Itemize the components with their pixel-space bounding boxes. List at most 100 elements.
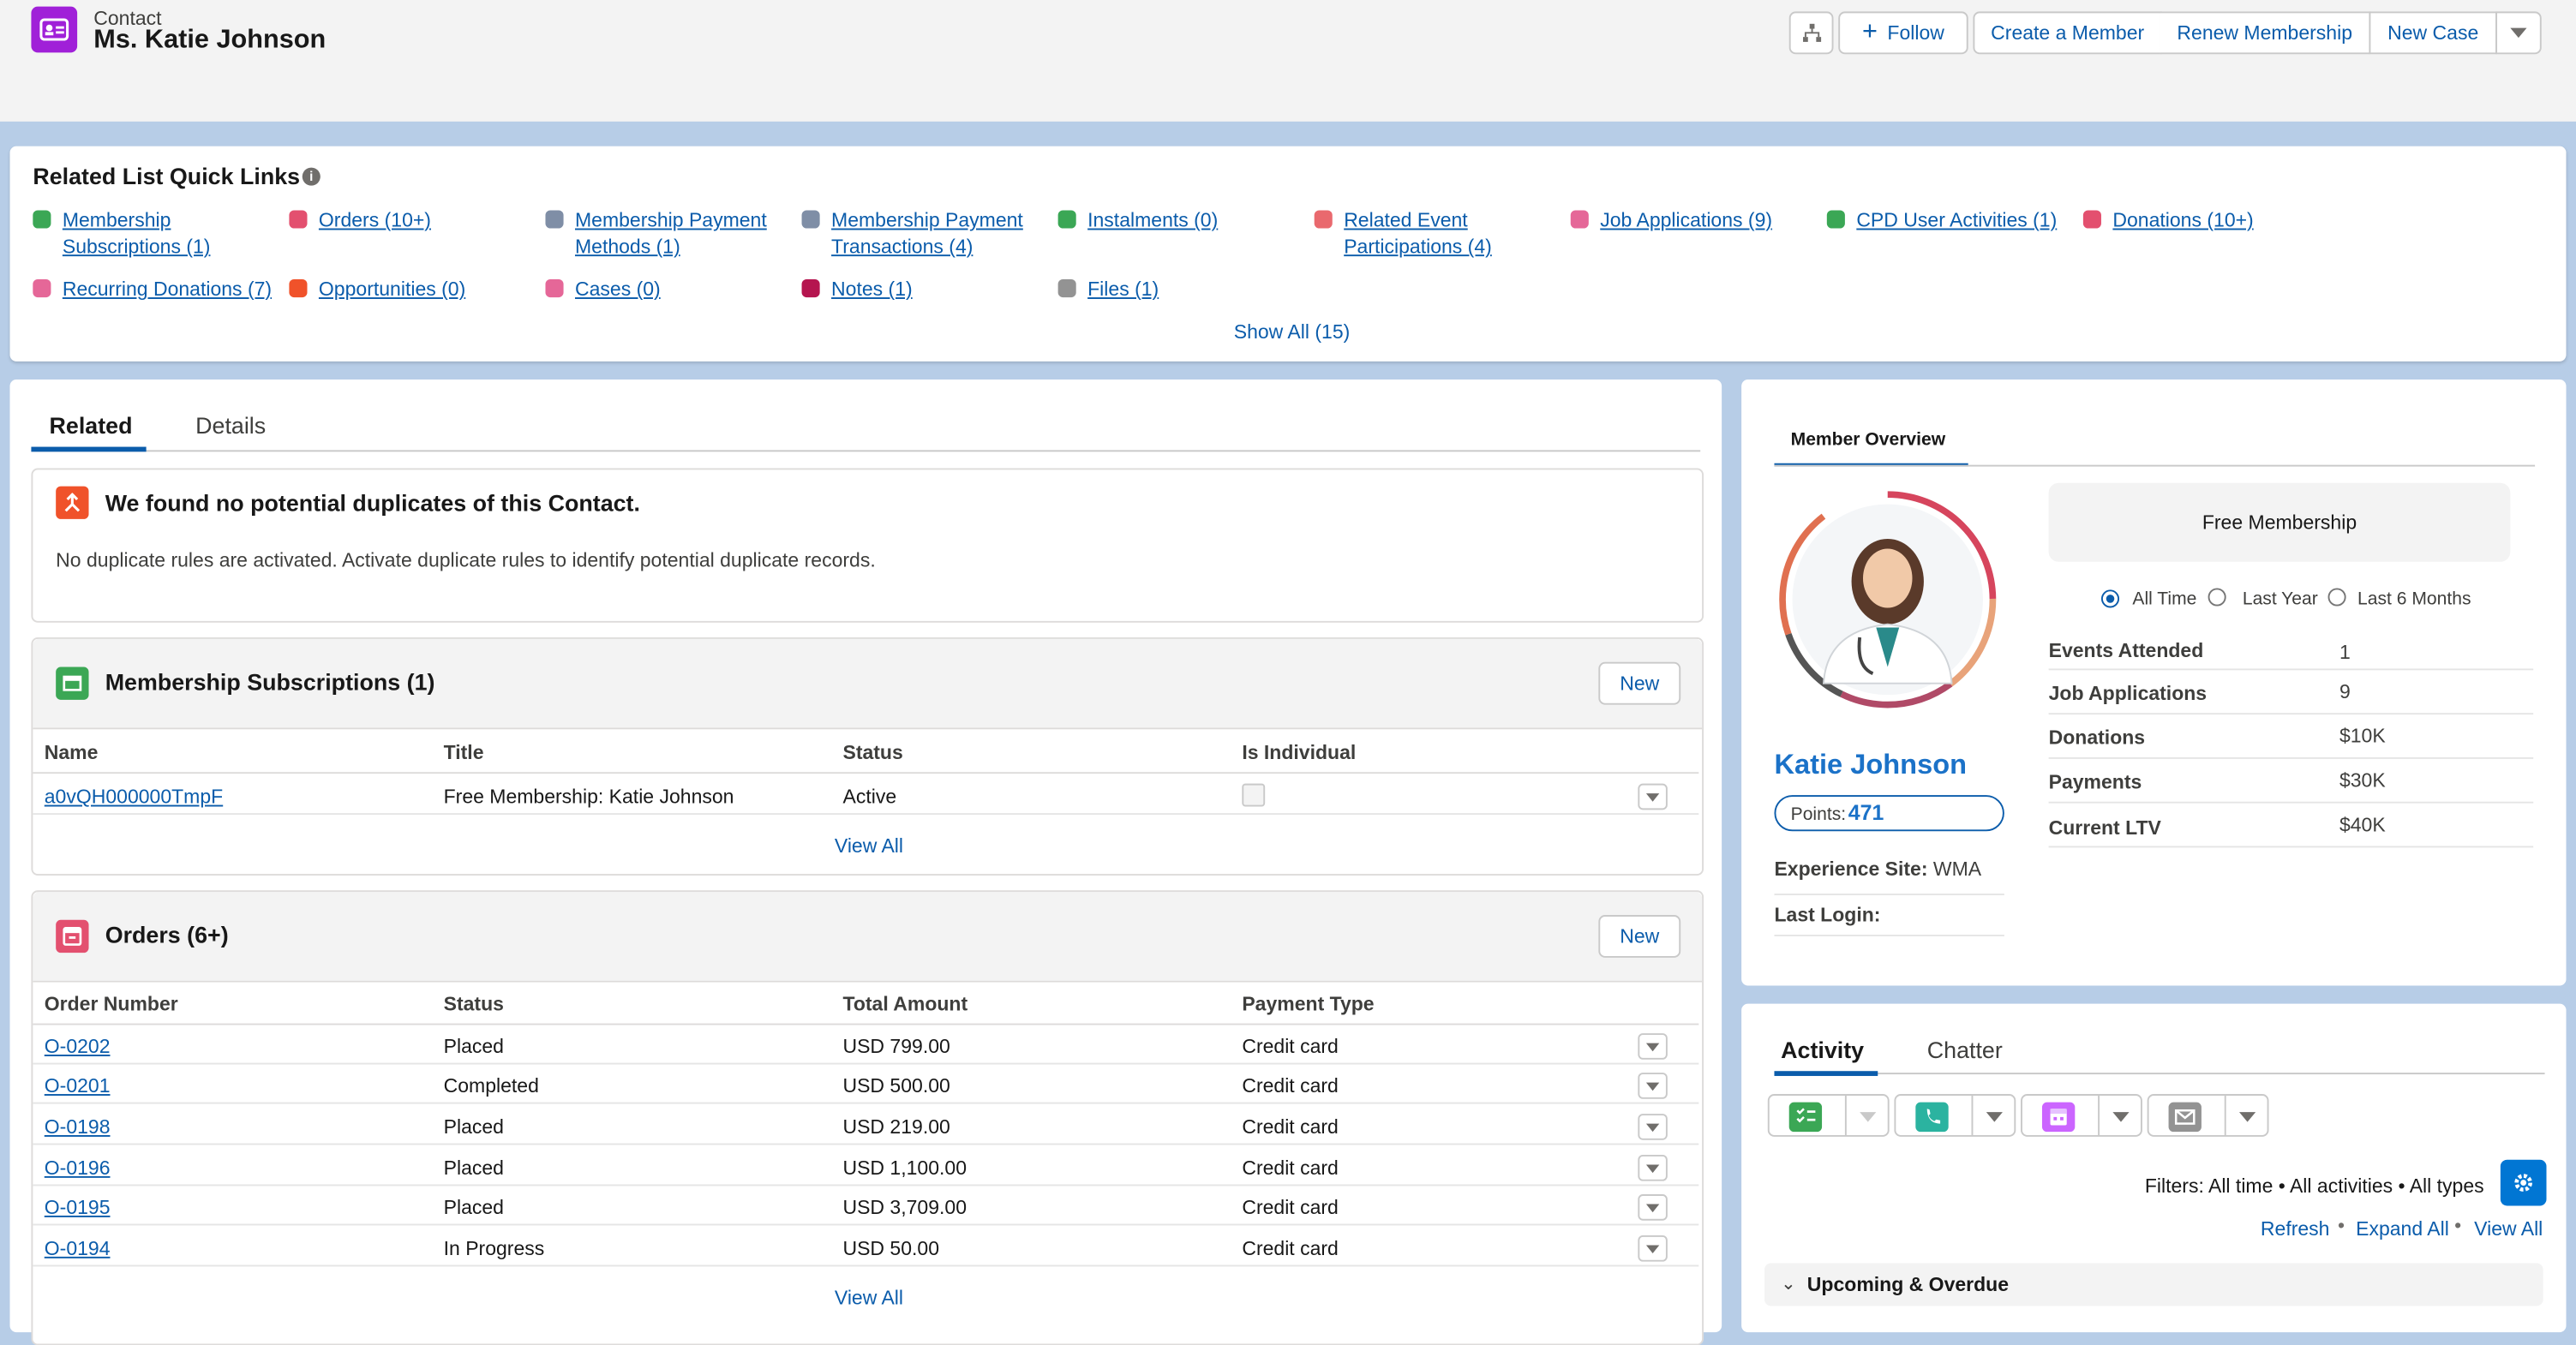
- row-actions-button[interactable]: [1638, 1155, 1668, 1181]
- split-divider: [2098, 1095, 2100, 1135]
- expand-all-link[interactable]: Expand All: [2356, 1217, 2449, 1240]
- activity-panel: Activity Chatter Filters: All time • All…: [1741, 1003, 2567, 1333]
- column-header[interactable]: Name: [45, 741, 99, 764]
- column-header[interactable]: Total Amount: [842, 992, 967, 1015]
- info-icon[interactable]: i: [302, 167, 321, 186]
- order-number-link[interactable]: O-0195: [45, 1196, 111, 1219]
- new-event-button[interactable]: [2021, 1094, 2142, 1137]
- range-last-year-radio[interactable]: [2208, 588, 2226, 607]
- quick-link[interactable]: Notes (1): [801, 276, 913, 302]
- range-all-time-radio[interactable]: [2100, 589, 2120, 608]
- tab-member-overview[interactable]: Member Overview: [1791, 430, 1946, 450]
- new-case-button[interactable]: New Case: [2369, 11, 2497, 55]
- quick-link[interactable]: Instalments (0): [1057, 207, 1218, 234]
- quick-link[interactable]: Membership Payment Methods (1): [545, 207, 767, 260]
- order-status: Placed: [443, 1115, 504, 1139]
- tab-activity[interactable]: Activity: [1781, 1037, 1864, 1063]
- split-divider: [1971, 1095, 1974, 1135]
- range-last-6-months-radio[interactable]: [2327, 588, 2346, 607]
- tab-chatter[interactable]: Chatter: [1927, 1037, 2003, 1063]
- stat-label: Events Attended: [2048, 638, 2204, 662]
- chevron-down-icon[interactable]: [2239, 1112, 2256, 1122]
- row-actions-button[interactable]: [1638, 1114, 1668, 1140]
- follow-button[interactable]: + Follow: [1838, 11, 1968, 55]
- subscription-title: Free Membership: Katie Johnson: [443, 785, 734, 809]
- view-all-link[interactable]: View All: [835, 1286, 903, 1309]
- section-title: Upcoming & Overdue: [1806, 1273, 2010, 1296]
- row-actions-button[interactable]: [1638, 1234, 1668, 1262]
- chevron-down-icon[interactable]: [1860, 1112, 1877, 1122]
- calendar-icon: [2041, 1102, 2076, 1133]
- column-header[interactable]: Title: [444, 741, 484, 764]
- row-actions-button[interactable]: [1638, 1033, 1668, 1060]
- wrench-icon: [801, 210, 820, 229]
- log-call-button[interactable]: [1894, 1094, 2016, 1137]
- quick-link[interactable]: Donations (10+): [2082, 207, 2254, 234]
- new-task-button[interactable]: [1767, 1094, 1890, 1137]
- quick-link[interactable]: Membership Subscriptions (1): [33, 207, 210, 260]
- order-amount: USD 799.00: [842, 1035, 950, 1058]
- order-number-link[interactable]: O-0202: [45, 1035, 111, 1058]
- hierarchy-icon: [1802, 23, 1821, 42]
- quick-link[interactable]: Files (1): [1057, 276, 1159, 302]
- quick-link[interactable]: Orders (10+): [289, 207, 431, 234]
- create-member-button[interactable]: Create a Member: [1973, 11, 2162, 55]
- column-header[interactable]: Payment Type: [1242, 992, 1374, 1015]
- is-individual-checkbox: [1242, 783, 1266, 807]
- order-number-link[interactable]: O-0196: [45, 1157, 111, 1180]
- order-status: In Progress: [443, 1236, 545, 1260]
- row-divider: [33, 1264, 1699, 1267]
- tab-divider: [1774, 1073, 2545, 1075]
- stat-divider: [2048, 713, 2534, 715]
- hierarchy-button[interactable]: [1788, 11, 1834, 55]
- view-all-link[interactable]: View All: [2474, 1217, 2543, 1240]
- new-order-button[interactable]: New: [1598, 915, 1681, 958]
- filter-settings-button[interactable]: [2500, 1159, 2547, 1206]
- row-divider: [33, 1143, 1699, 1145]
- column-header[interactable]: Is Individual: [1242, 741, 1356, 764]
- order-number-link[interactable]: O-0198: [45, 1115, 111, 1139]
- tab-related[interactable]: Related: [50, 412, 133, 439]
- quick-link[interactable]: Related Event Participations (4): [1314, 207, 1492, 260]
- quick-link[interactable]: Opportunities (0): [289, 276, 465, 302]
- quick-link[interactable]: Recurring Donations (7): [33, 276, 272, 302]
- order-status: Completed: [443, 1074, 539, 1097]
- row-divider: [33, 1102, 1699, 1104]
- order-number-link[interactable]: O-0194: [45, 1237, 111, 1260]
- tab-details[interactable]: Details: [195, 412, 266, 439]
- order-payment: Credit card: [1242, 1195, 1339, 1219]
- send-email-button[interactable]: [2147, 1094, 2269, 1137]
- subscription-name-link[interactable]: a0vQH000000TmpF: [45, 786, 223, 809]
- stat-value: $40K: [2339, 813, 2386, 837]
- order-amount: USD 1,100.00: [842, 1156, 967, 1180]
- show-all-link[interactable]: Show All (15): [1234, 320, 1351, 344]
- upcoming-overdue-section[interactable]: ⌄ Upcoming & Overdue: [1764, 1263, 2543, 1306]
- quick-link[interactable]: CPD User Activities (1): [1826, 207, 2057, 234]
- wrench-icon: [545, 210, 564, 229]
- chevron-down-icon[interactable]: [1986, 1112, 2003, 1122]
- renew-membership-button[interactable]: Renew Membership: [2160, 11, 2371, 55]
- order-payment: Credit card: [1242, 1035, 1339, 1058]
- row-actions-button[interactable]: [1638, 1194, 1668, 1221]
- quick-link[interactable]: Cases (0): [545, 276, 661, 302]
- more-actions-button[interactable]: [2495, 11, 2542, 55]
- view-all-link[interactable]: View All: [835, 834, 903, 858]
- row-divider: [33, 1184, 1699, 1187]
- related-list-quick-links: Related List Quick Links i Membership Sub…: [9, 146, 2567, 362]
- quick-link[interactable]: Membership Payment Transactions (4): [801, 207, 1023, 260]
- column-header[interactable]: Status: [842, 741, 902, 764]
- column-header[interactable]: Order Number: [45, 992, 178, 1015]
- order-payment: Credit card: [1242, 1156, 1339, 1180]
- row-actions-button[interactable]: [1638, 1073, 1668, 1099]
- order-number-link[interactable]: O-0201: [45, 1074, 111, 1097]
- quick-link[interactable]: Job Applications (9): [1570, 207, 1772, 234]
- column-header[interactable]: Status: [444, 992, 504, 1015]
- refresh-link[interactable]: Refresh: [2261, 1217, 2330, 1240]
- new-subscription-button[interactable]: New: [1598, 661, 1681, 705]
- orders-icon: [289, 210, 308, 229]
- duplicate-icon: [56, 486, 89, 519]
- row-actions-button[interactable]: [1638, 783, 1668, 810]
- chevron-down-icon[interactable]: [2112, 1112, 2130, 1122]
- stat-divider: [2048, 846, 2534, 848]
- order-amount: USD 500.00: [842, 1074, 950, 1097]
